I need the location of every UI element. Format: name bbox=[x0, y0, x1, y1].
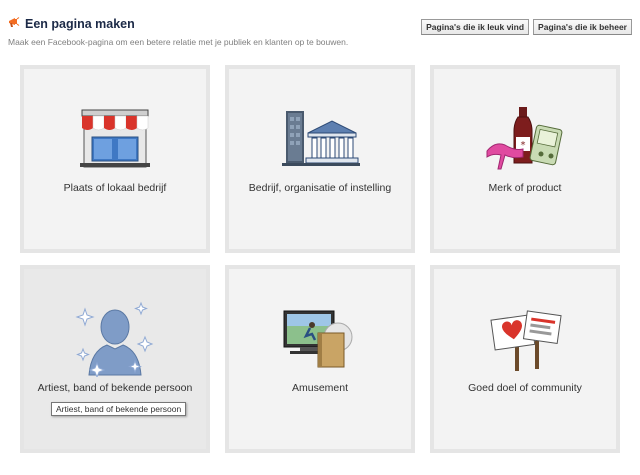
managed-pages-button[interactable]: Pagina's die ik beheer bbox=[533, 19, 632, 35]
create-page-icon bbox=[8, 15, 20, 33]
category-label: Merk of product bbox=[488, 182, 562, 194]
storefront-icon bbox=[78, 107, 152, 177]
page-subtitle: Maak een Facebook-pagina om een betere r… bbox=[8, 37, 349, 47]
category-label: Plaats of lokaal bedrijf bbox=[63, 182, 167, 194]
category-tile-company[interactable]: Bedrijf, organisatie of instelling bbox=[225, 65, 415, 253]
category-tile-entertainment[interactable]: Amusement bbox=[225, 265, 415, 453]
category-label: Amusement bbox=[291, 382, 349, 394]
category-tile-cause[interactable]: Goed doel of community bbox=[430, 265, 620, 453]
office-building-icon bbox=[280, 107, 360, 177]
products-icon: * bbox=[485, 107, 565, 177]
page-title: Een pagina maken bbox=[25, 17, 135, 31]
category-tile-local-business[interactable]: Plaats of lokaal bedrijf bbox=[20, 65, 210, 253]
category-tile-artist[interactable]: Artiest, band of bekende persoon bbox=[20, 265, 210, 453]
protest-signs-icon bbox=[485, 307, 565, 377]
category-label: Bedrijf, organisatie of instelling bbox=[248, 182, 392, 194]
page-header: Een pagina maken Maak een Facebook-pagin… bbox=[8, 15, 632, 55]
category-grid: Plaats of lokaal bedrijf Bedrijf, organi… bbox=[20, 65, 620, 457]
category-label: Goed doel of community bbox=[468, 382, 582, 394]
category-label: Artiest, band of bekende persoon bbox=[37, 382, 193, 394]
tooltip: Artiest, band of bekende persoon bbox=[51, 402, 187, 416]
liked-pages-button[interactable]: Pagina's die ik leuk vind bbox=[421, 19, 530, 35]
category-tile-brand[interactable]: * Merk of product bbox=[430, 65, 620, 253]
entertainment-icon bbox=[280, 307, 360, 377]
celebrity-silhouette-icon bbox=[75, 299, 155, 379]
